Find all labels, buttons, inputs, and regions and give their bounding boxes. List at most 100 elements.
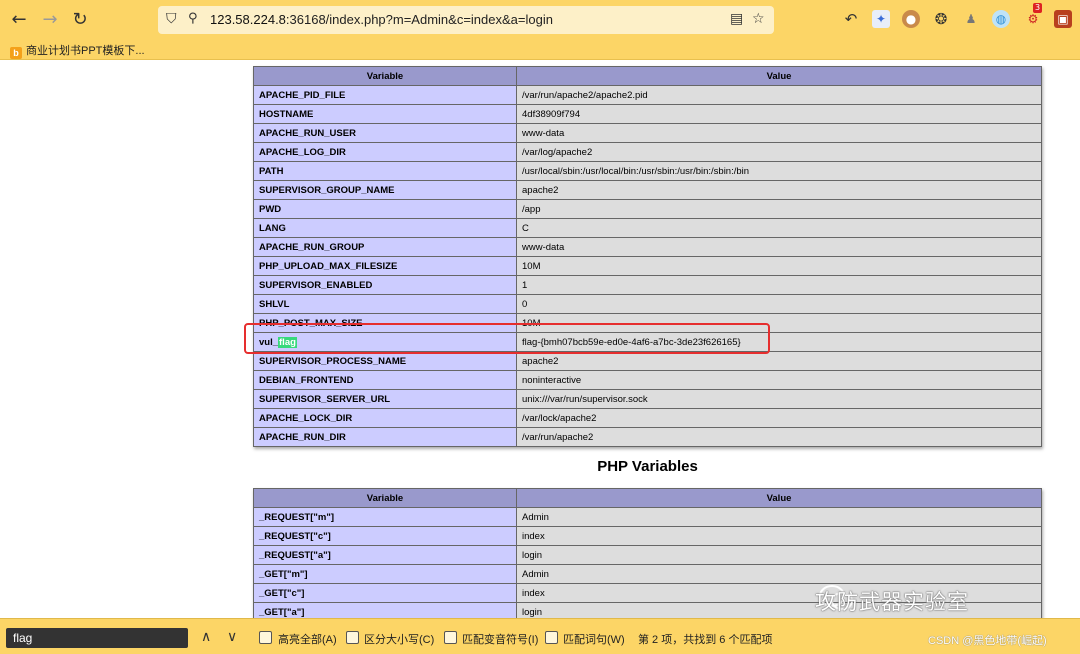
highlight-all-label[interactable]: 高亮全部(A) bbox=[278, 631, 337, 647]
variable-name-cell: SUPERVISOR_ENABLED bbox=[253, 275, 517, 295]
variable-value-cell: /var/run/apache2 bbox=[516, 427, 1042, 447]
variable-value-cell: index bbox=[516, 526, 1042, 546]
bookmarks-bar: b 商业计划书PPT模板下... bbox=[0, 39, 1080, 60]
find-bar: flag ∧ ∨ 高亮全部(A) 区分大小写(C) 匹配变音符号(I) 匹配词句… bbox=[0, 618, 1080, 654]
extension-cookie-icon[interactable]: ● bbox=[902, 10, 920, 28]
match-case-label[interactable]: 区分大小写(C) bbox=[364, 631, 434, 647]
extension-bird-icon[interactable]: ✦ bbox=[872, 10, 890, 28]
match-diacritics-label[interactable]: 匹配变音符号(I) bbox=[462, 631, 538, 647]
variable-value-cell: Admin bbox=[516, 507, 1042, 527]
table-header-row: Variable Value bbox=[253, 488, 1042, 508]
variable-name-cell: APACHE_LOCK_DIR bbox=[253, 408, 517, 428]
find-status: 第 2 项，共找到 6 个匹配项 bbox=[638, 634, 773, 646]
variable-name-cell: PATH bbox=[253, 161, 517, 181]
extension-square-icon[interactable]: ▣ bbox=[1054, 10, 1072, 28]
highlight-annotation-box bbox=[244, 323, 770, 354]
variable-value-cell: www-data bbox=[516, 123, 1042, 143]
variable-value-cell: /var/run/apache2/apache2.pid bbox=[516, 85, 1042, 105]
page-info-icon[interactable]: ⚲ bbox=[188, 11, 198, 26]
variable-value-cell: C bbox=[516, 218, 1042, 238]
match-case-checkbox[interactable] bbox=[346, 631, 359, 644]
table-row: PATH/usr/local/sbin:/usr/local/bin:/usr/… bbox=[253, 161, 1042, 181]
variable-value-cell: 10M bbox=[516, 256, 1042, 276]
table-row: _GET["m"] Admin bbox=[253, 564, 1042, 584]
variable-name-cell: PWD bbox=[253, 199, 517, 219]
find-previous-icon[interactable]: ∧ bbox=[201, 629, 211, 645]
whole-words-checkbox[interactable] bbox=[545, 631, 558, 644]
variable-name-cell: APACHE_RUN_USER bbox=[253, 123, 517, 143]
column-header-variable: Variable bbox=[253, 66, 517, 86]
watermark-text: 攻防武器实验室 bbox=[815, 591, 969, 614]
shield-icon[interactable]: ⛉ bbox=[166, 11, 177, 27]
variable-name-cell: _GET["a"] bbox=[253, 602, 517, 618]
table-row: SUPERVISOR_PROCESS_NAME apache2 bbox=[253, 351, 1042, 371]
browser-toolbar: ← → ↻ ⛉ ⚲ 123.58.224.8:36168/index.php?m… bbox=[0, 0, 1080, 39]
highlight-all-checkbox[interactable] bbox=[259, 631, 272, 644]
find-input[interactable]: flag bbox=[6, 628, 188, 648]
table-row: APACHE_RUN_GROUP www-data bbox=[253, 237, 1042, 257]
table-row: APACHE_LOCK_DIR/var/lock/apache2 bbox=[253, 408, 1042, 428]
variable-name-cell: APACHE_LOG_DIR bbox=[253, 142, 517, 162]
variable-value-cell: 0 bbox=[516, 294, 1042, 314]
variable-name-cell: SUPERVISOR_PROCESS_NAME bbox=[253, 351, 517, 371]
extension-user-icon[interactable]: ♟ bbox=[962, 10, 980, 28]
find-next-icon[interactable]: ∨ bbox=[227, 629, 237, 645]
variable-name-cell: _GET["c"] bbox=[253, 583, 517, 603]
variable-value-cell: 4df38909f794 bbox=[516, 104, 1042, 124]
column-header-variable: Variable bbox=[253, 488, 517, 508]
column-header-value: Value bbox=[516, 66, 1042, 86]
extension-badge-icon[interactable]: ⚙ 3 bbox=[1024, 3, 1043, 28]
variable-value-cell: apache2 bbox=[516, 180, 1042, 200]
table-row: _REQUEST["c"] index bbox=[253, 526, 1042, 546]
variable-name-cell: _GET["m"] bbox=[253, 564, 517, 584]
variable-name-cell: SUPERVISOR_SERVER_URL bbox=[253, 389, 517, 409]
variable-value-cell: www-data bbox=[516, 237, 1042, 257]
variable-value-cell: 1 bbox=[516, 275, 1042, 295]
variable-name-cell: _REQUEST["c"] bbox=[253, 526, 517, 546]
table-row: PWD/app bbox=[253, 199, 1042, 219]
url-text[interactable]: 123.58.224.8:36168/index.php?m=Admin&c=i… bbox=[210, 12, 553, 27]
bookmark-star-icon[interactable]: ☆ bbox=[752, 11, 765, 27]
forward-icon[interactable]: → bbox=[40, 10, 60, 30]
undo-icon[interactable]: ↶ bbox=[842, 10, 860, 28]
back-icon[interactable]: ← bbox=[9, 10, 29, 30]
whole-words-label[interactable]: 匹配词句(W) bbox=[563, 631, 625, 647]
column-header-value: Value bbox=[516, 488, 1042, 508]
table-row: _REQUEST["a"] login bbox=[253, 545, 1042, 565]
variable-name-cell: _REQUEST["a"] bbox=[253, 545, 517, 565]
variable-value-cell: unix:///var/run/supervisor.sock bbox=[516, 389, 1042, 409]
variable-name-cell: PHP_UPLOAD_MAX_FILESIZE bbox=[253, 256, 517, 276]
address-bar[interactable]: ⛉ ⚲ 123.58.224.8:36168/index.php?m=Admin… bbox=[158, 6, 774, 34]
table-row: SUPERVISOR_GROUP_NAME apache2 bbox=[253, 180, 1042, 200]
variable-name-cell: _REQUEST["m"] bbox=[253, 507, 517, 527]
variable-value-cell: /usr/local/sbin:/usr/local/bin:/usr/sbin… bbox=[516, 161, 1042, 181]
variable-value-cell: Admin bbox=[516, 564, 1042, 584]
extension-circle-icon[interactable]: ◍ bbox=[992, 10, 1010, 28]
table-row: LANG C bbox=[253, 218, 1042, 238]
table-row: SHLVL 0 bbox=[253, 294, 1042, 314]
table-row: DEBIAN_FRONTEND noninteractive bbox=[253, 370, 1042, 390]
variable-value-cell: noninteractive bbox=[516, 370, 1042, 390]
bookmark-item[interactable]: b 商业计划书PPT模板下... bbox=[10, 42, 145, 59]
table-row: APACHE_LOG_DIR/var/log/apache2 bbox=[253, 142, 1042, 162]
table-row: _REQUEST["m"] Admin bbox=[253, 507, 1042, 527]
variable-name-cell: LANG bbox=[253, 218, 517, 238]
variable-value-cell: login bbox=[516, 545, 1042, 565]
variable-name-cell: SUPERVISOR_GROUP_NAME bbox=[253, 180, 517, 200]
variable-name-cell: SHLVL bbox=[253, 294, 517, 314]
environment-table: Variable Value APACHE_PID_FILE/var/run/a… bbox=[253, 66, 1042, 447]
variable-name-cell: APACHE_RUN_DIR bbox=[253, 427, 517, 447]
variable-value-cell: apache2 bbox=[516, 351, 1042, 371]
match-diacritics-checkbox[interactable] bbox=[444, 631, 457, 644]
variable-value-cell: /app bbox=[516, 199, 1042, 219]
reader-view-icon[interactable]: ▤ bbox=[730, 11, 743, 27]
reload-icon[interactable]: ↻ bbox=[70, 10, 90, 30]
section-title: PHP Variables bbox=[597, 458, 698, 475]
page-content: Variable Value APACHE_PID_FILE/var/run/a… bbox=[0, 61, 1080, 618]
variable-name-cell: HOSTNAME bbox=[253, 104, 517, 124]
table-header-row: Variable Value bbox=[253, 66, 1042, 86]
table-row: SUPERVISOR_ENABLED 1 bbox=[253, 275, 1042, 295]
variable-value-cell: /var/log/apache2 bbox=[516, 142, 1042, 162]
extension-cookie2-icon[interactable]: ❂ bbox=[932, 10, 950, 28]
bookmark-favicon-icon: b bbox=[10, 47, 22, 59]
